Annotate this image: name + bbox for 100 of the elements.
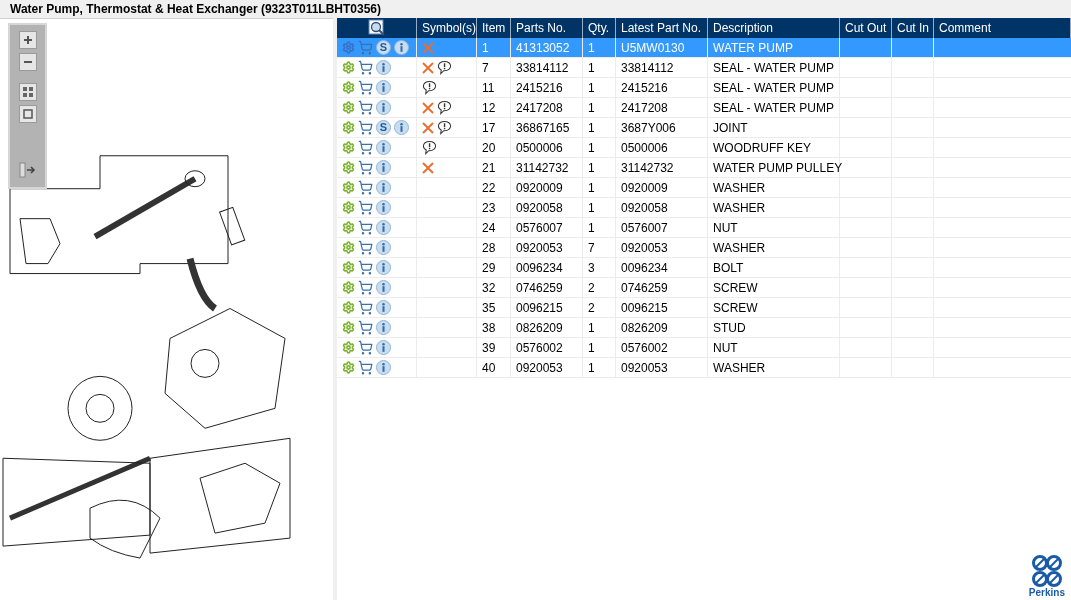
table-cell: 1 [583, 118, 616, 137]
info-icon[interactable] [376, 100, 391, 115]
info-icon[interactable] [376, 200, 391, 215]
table-cell: 0096234 [511, 258, 583, 277]
info-icon[interactable] [376, 240, 391, 255]
table-cell: 0920058 [511, 198, 583, 217]
table-cell: 0826209 [511, 318, 583, 337]
info-icon[interactable] [376, 180, 391, 195]
table-cell: 36867165 [511, 118, 583, 137]
table-cell: 0096215 [616, 298, 708, 317]
info-icon[interactable] [376, 300, 391, 315]
table-row[interactable]: 11 2415216 1 2415216 SEAL - WATER PUMP [337, 78, 1071, 98]
table-cell: WOODRUFF KEY [708, 138, 840, 157]
grid-icon[interactable] [18, 83, 37, 101]
table-cell: 7 [583, 238, 616, 257]
table-cell: 39 [477, 338, 511, 357]
cart-icon[interactable] [358, 320, 373, 335]
info-icon[interactable] [376, 340, 391, 355]
table-row[interactable]: 20 0500006 1 0500006 WOODRUFF KEY [337, 138, 1071, 158]
table-cell: 1 [583, 358, 616, 377]
info-icon[interactable] [376, 320, 391, 335]
table-cell: 20 [477, 138, 511, 157]
cart-icon[interactable] [358, 260, 373, 275]
table-cell: 0746259 [616, 278, 708, 297]
table-cell: 3 [583, 258, 616, 277]
cart-icon[interactable] [358, 140, 373, 155]
table-cell: 0920009 [511, 178, 583, 197]
cart-icon[interactable] [358, 180, 373, 195]
table-cell: 0920053 [616, 238, 708, 257]
table-cell: 40 [477, 358, 511, 377]
cart-icon[interactable] [358, 340, 373, 355]
table-row[interactable]: 38 0826209 1 0826209 STUD [337, 318, 1071, 338]
cart-icon[interactable] [358, 220, 373, 235]
table-cell: 0746259 [511, 278, 583, 297]
table-row[interactable]: S 1 41313052 1 U5MW0130 WATER PUMP [337, 38, 1071, 58]
cart-icon[interactable] [358, 300, 373, 315]
table-cell: NUT [708, 218, 840, 237]
table-row[interactable]: 40 0920053 1 0920053 WASHER [337, 358, 1071, 378]
table-cell: 33814112 [616, 58, 708, 77]
cart-icon[interactable] [358, 120, 373, 135]
table-cell: 38 [477, 318, 511, 337]
info-icon[interactable] [376, 260, 391, 275]
table-cell: WASHER [708, 178, 840, 197]
info-icon[interactable] [376, 160, 391, 175]
table-cell: BOLT [708, 258, 840, 277]
table-cell: 0096234 [616, 258, 708, 277]
cart-icon[interactable] [358, 200, 373, 215]
supersession-icon[interactable]: S [376, 40, 391, 55]
info-icon[interactable] [376, 80, 391, 95]
info-icon[interactable] [376, 360, 391, 375]
supersession-icon[interactable]: S [376, 120, 391, 135]
table-cell: 17 [477, 118, 511, 137]
cart-icon[interactable] [358, 60, 373, 75]
info-icon[interactable] [394, 40, 409, 55]
table-cell: 0576002 [511, 338, 583, 357]
table-row[interactable]: 32 0746259 2 0746259 SCREW [337, 278, 1071, 298]
zoom-out-icon[interactable] [18, 53, 37, 71]
table-cell: 1 [583, 178, 616, 197]
table-row[interactable]: 23 0920058 1 0920058 WASHER [337, 198, 1071, 218]
table-cell: 0826209 [616, 318, 708, 337]
info-icon[interactable] [376, 220, 391, 235]
table-cell: 12 [477, 98, 511, 117]
logo-icon [1030, 554, 1063, 588]
table-cell: 29 [477, 258, 511, 277]
table-cell: 1 [583, 218, 616, 237]
cart-icon[interactable] [358, 160, 373, 175]
table-cell: SEAL - WATER PUMP [708, 58, 840, 77]
table-cell: WATER PUMP [708, 38, 840, 57]
cart-icon[interactable] [358, 280, 373, 295]
table-cell: 0920053 [511, 358, 583, 377]
info-icon[interactable] [376, 280, 391, 295]
table-row[interactable]: 39 0576002 1 0576002 NUT [337, 338, 1071, 358]
table-row[interactable]: 24 0576007 1 0576007 NUT [337, 218, 1071, 238]
table-row[interactable]: 7 33814112 1 33814112 SEAL - WATER PUMP [337, 58, 1071, 78]
table-row[interactable]: 21 31142732 1 31142732 WATER PUMP PULLEY [337, 158, 1071, 178]
info-icon[interactable] [376, 140, 391, 155]
table-cell: 0576007 [511, 218, 583, 237]
table-row[interactable]: 29 0096234 3 0096234 BOLT [337, 258, 1071, 278]
table-row[interactable]: 12 2417208 1 2417208 SEAL - WATER PUMP [337, 98, 1071, 118]
cart-icon[interactable] [358, 100, 373, 115]
table-cell: 0920058 [616, 198, 708, 217]
info-icon[interactable] [376, 60, 391, 75]
table-cell: 0096215 [511, 298, 583, 317]
table-row[interactable]: 35 0096215 2 0096215 SCREW [337, 298, 1071, 318]
info-icon[interactable] [394, 120, 409, 135]
cart-icon[interactable] [358, 360, 373, 375]
table-cell: JOINT [708, 118, 840, 137]
cart-icon[interactable] [358, 240, 373, 255]
table-row[interactable]: S 17 36867165 1 3687Y006 JOINT [337, 118, 1071, 138]
table-cell: 1 [583, 98, 616, 117]
fit-icon[interactable] [18, 105, 37, 123]
search-icon[interactable] [367, 19, 386, 37]
table-cell: 1 [583, 158, 616, 177]
expand-panel-icon[interactable] [18, 161, 37, 179]
table-row[interactable]: 28 0920053 7 0920053 WASHER [337, 238, 1071, 258]
cart-icon[interactable] [358, 80, 373, 95]
table-row[interactable]: 22 0920009 1 0920009 WASHER [337, 178, 1071, 198]
zoom-in-icon[interactable] [18, 31, 37, 49]
table-cell: 2415216 [511, 78, 583, 97]
table-cell: 0500006 [511, 138, 583, 157]
